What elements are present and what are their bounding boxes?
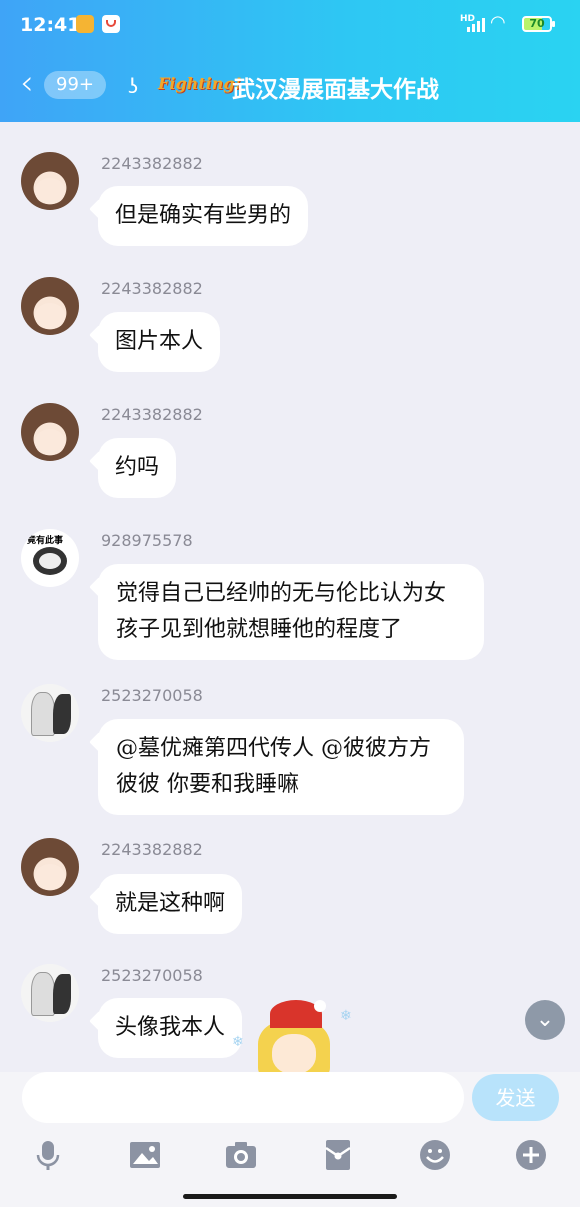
image-icon[interactable] [128,1138,162,1172]
message-bubble[interactable]: 约吗 [98,438,177,498]
anime-girl-avatar[interactable] [21,277,79,335]
message-bubble[interactable]: 就是这种啊 [98,874,243,934]
ear-icon[interactable]: ʖ [128,74,138,98]
sender-id[interactable]: 2243382882 [101,154,203,173]
message-bubble[interactable]: 图片本人 [98,312,221,372]
unread-badge[interactable]: 99+ [44,71,106,99]
red-packet-icon[interactable] [321,1138,355,1172]
message-list[interactable]: 2243382882 但是确实有些男的 2243382882 图片本人 2243… [0,122,580,1072]
message-bubble[interactable]: 觉得自己已经帅的无与伦比认为女孩子见到他就想睡他的程度了 [98,564,484,660]
sender-id[interactable]: 2243382882 [101,840,203,859]
christmas-sticker [250,998,342,1072]
snowflake-icon: ❄ [232,1034,244,1050]
microphone-icon[interactable] [31,1138,65,1172]
message-input[interactable] [22,1072,464,1123]
home-indicator[interactable] [183,1194,397,1199]
panda-meme-avatar[interactable]: 竟有此事 [21,529,79,587]
emoji-icon[interactable] [418,1138,452,1172]
signal-icon [467,18,485,32]
chat-title[interactable]: 武汉漫展面基大作战 [232,70,439,104]
anime-girl-avatar[interactable] [21,403,79,461]
avatar-caption: 竟有此事 [27,536,64,546]
sender-id[interactable]: 2243382882 [101,405,203,424]
sketch-avatar[interactable] [21,684,79,742]
anime-girl-avatar[interactable] [21,838,79,896]
sender-id[interactable]: 928975578 [101,531,193,550]
sender-id[interactable]: 2243382882 [101,279,203,298]
camera-icon[interactable] [224,1138,258,1172]
wifi-icon: ◠ [490,12,506,33]
snowflake-icon: ❄ [340,1008,352,1024]
composer: 发送 [0,1072,580,1207]
sender-id[interactable]: 2523270058 [101,686,203,705]
send-button[interactable]: 发送 [472,1074,559,1121]
status-bar: 12:41 HD ◠ 70 [0,0,580,50]
status-time: 12:41 [20,14,81,36]
message-bubble[interactable]: 头像我本人 [98,998,243,1058]
chevron-left-icon[interactable]: ‹ [20,66,34,100]
battery-indicator: 70 [522,16,555,32]
message-bubble[interactable]: @墓优瘫第四代传人 @彼彼方方彼彼 你要和我睡嘛 [98,719,464,815]
sender-id[interactable]: 2523270058 [101,966,203,985]
message-bubble[interactable]: 但是确实有些男的 [98,186,309,246]
app-notification-icon [76,15,94,33]
plus-icon[interactable] [514,1138,548,1172]
group-logo: Fighting! [158,74,242,93]
anime-girl-avatar[interactable] [21,152,79,210]
scroll-down-button[interactable]: ⌄ [525,1000,565,1040]
top-bar: 12:41 HD ◠ 70 ‹ 99+ ʖ Fighting! 武汉漫展面基大作… [0,0,580,122]
app-notification-icon-2 [102,15,120,33]
sketch-avatar[interactable] [21,964,79,1022]
